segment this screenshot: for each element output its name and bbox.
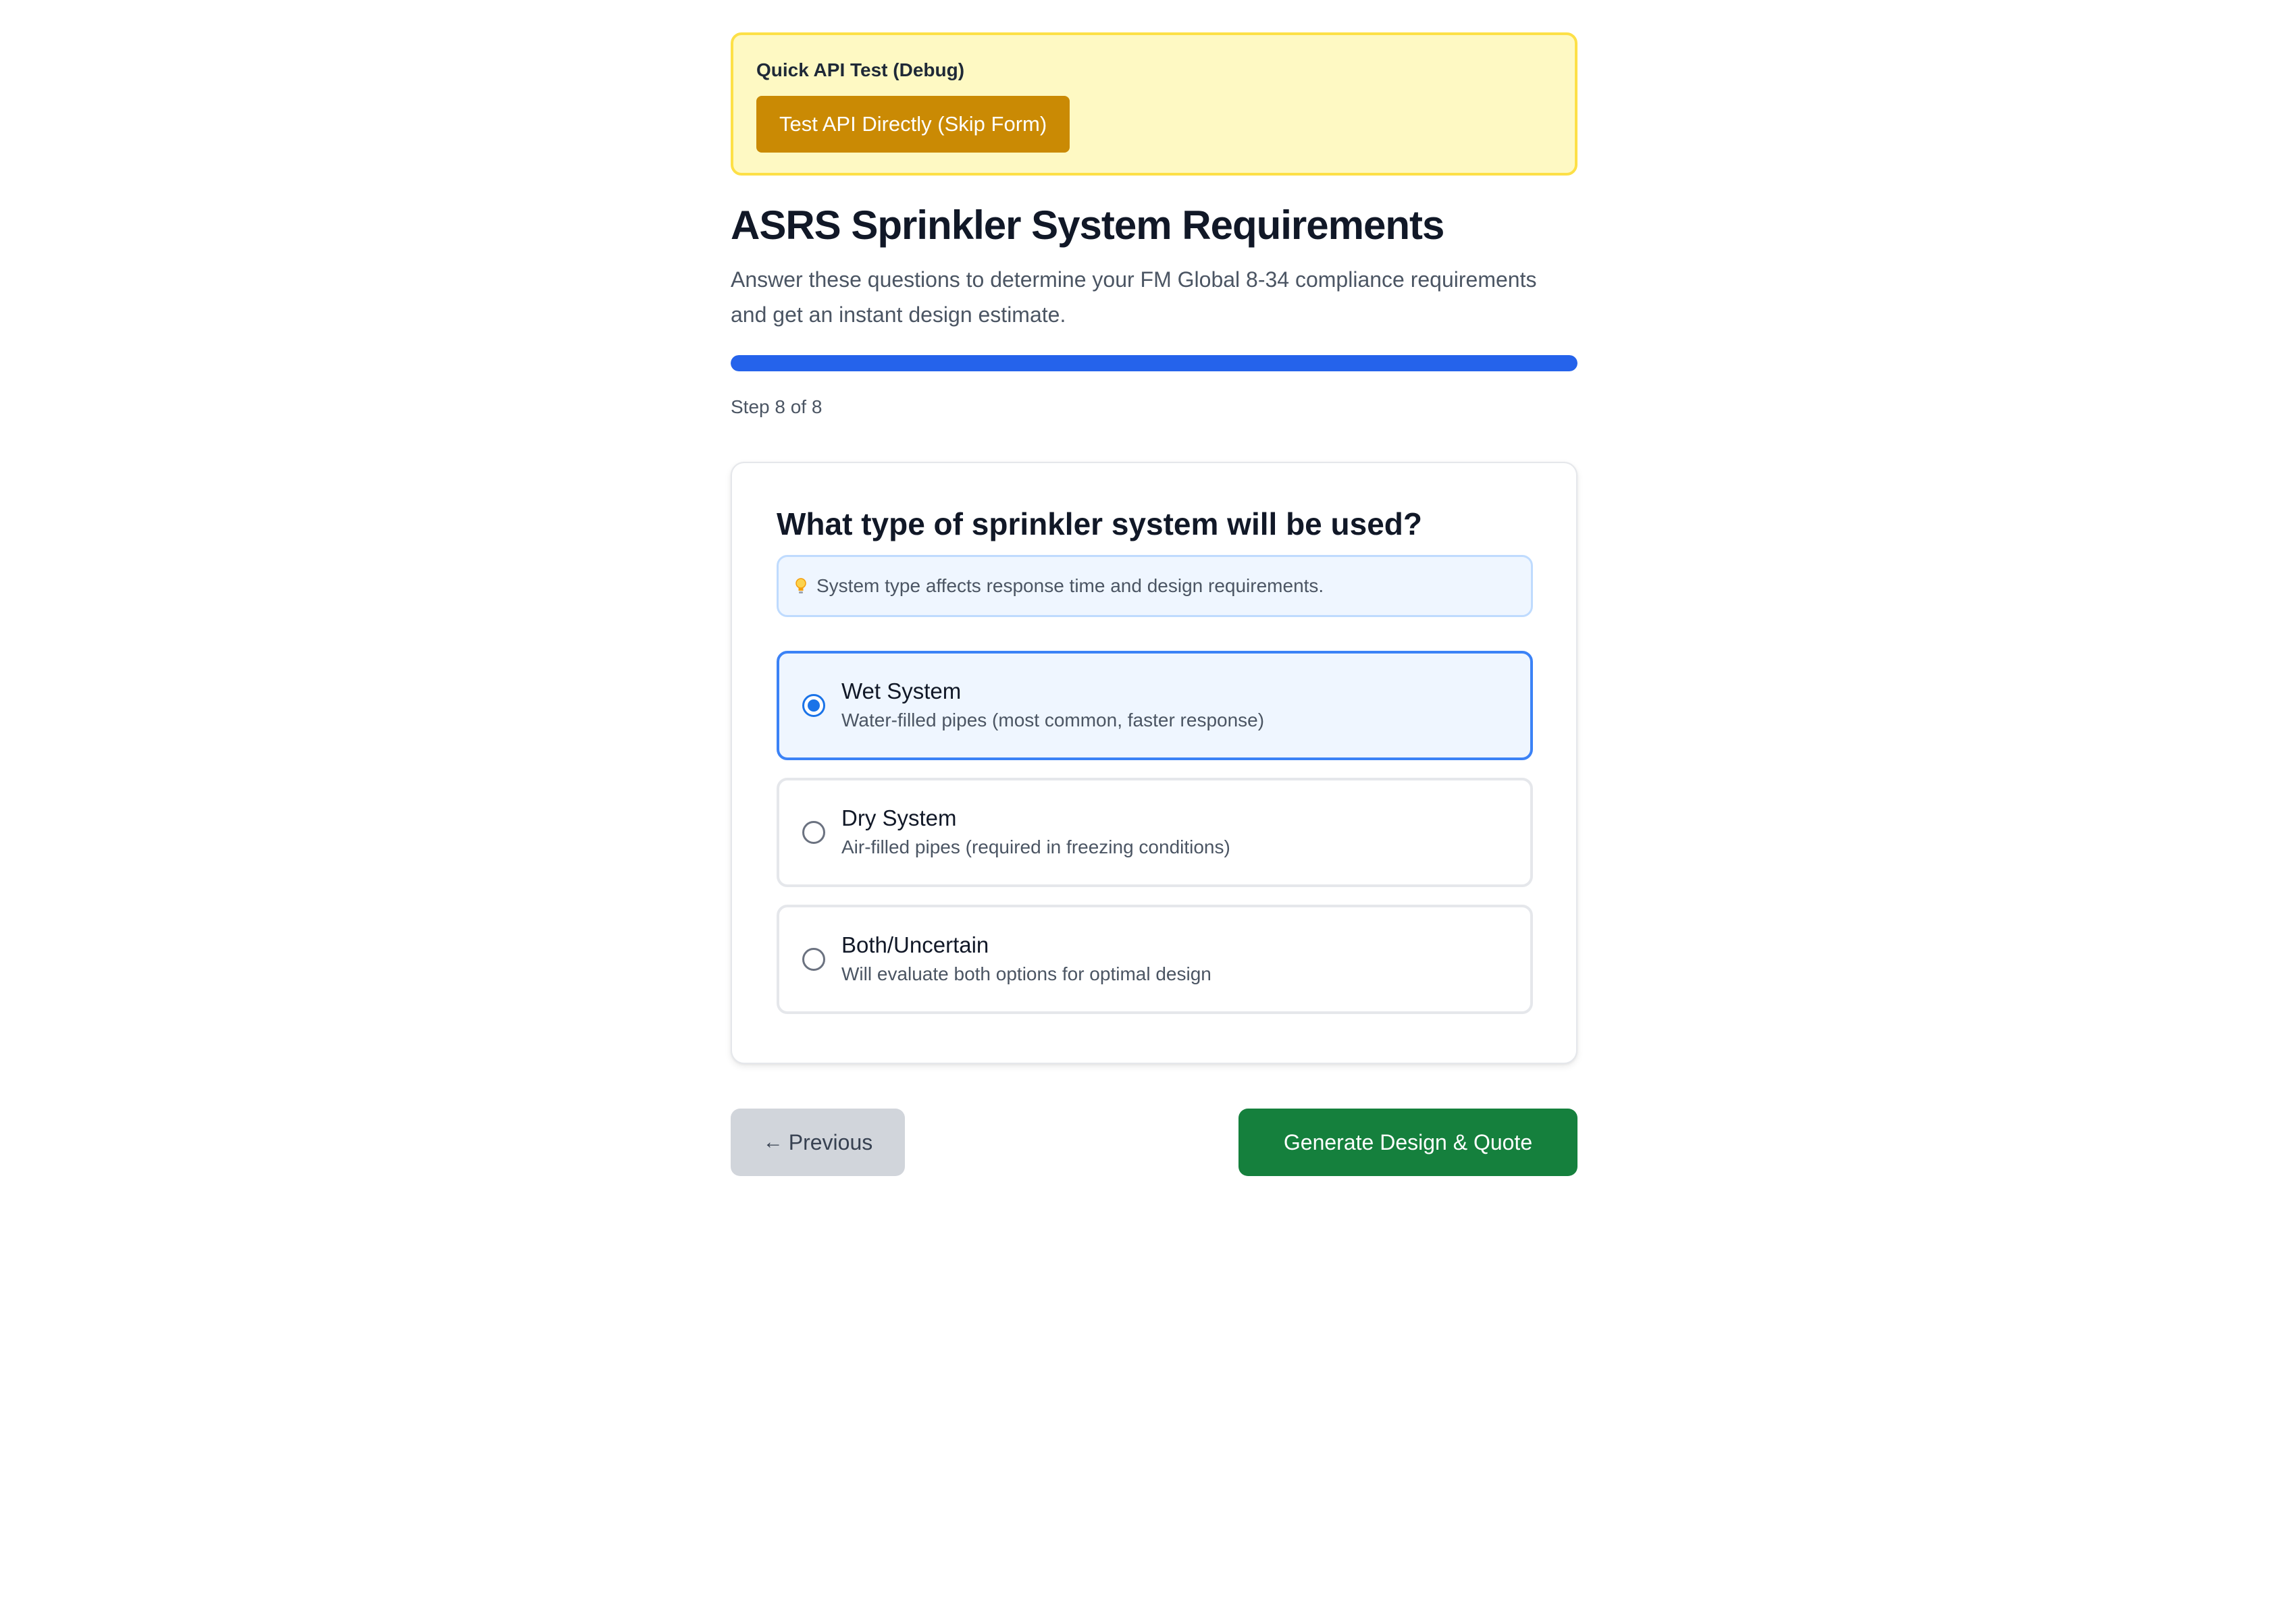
option-label: Wet System — [841, 679, 962, 703]
radio-both-uncertain[interactable] — [802, 948, 825, 971]
form-container: Quick API Test (Debug) Test API Directly… — [731, 32, 1577, 1176]
option-label: Both/Uncertain — [841, 932, 989, 957]
debug-title: Quick API Test (Debug) — [756, 59, 965, 80]
previous-button[interactable]: ← Previous — [731, 1109, 905, 1176]
hint-text: System type affects response time and de… — [816, 575, 1324, 596]
progress-bar-fill — [731, 355, 1577, 371]
option-description: Water-filled pipes (most common, faster … — [841, 710, 1265, 730]
radio-dry-system[interactable] — [802, 821, 825, 844]
hint-box: System type affects response time and de… — [777, 555, 1533, 617]
test-api-button[interactable]: Test API Directly (Skip Form) — [756, 96, 1070, 153]
page-description: Answer these questions to determine your… — [731, 267, 1537, 327]
debug-panel: Quick API Test (Debug) Test API Directly… — [731, 32, 1577, 176]
option-text: Wet System Water-filled pipes (most comm… — [841, 678, 1264, 733]
step-indicator: Step 8 of 8 — [731, 396, 823, 417]
option-label: Dry System — [841, 805, 957, 830]
question-title: What type of sprinkler system will be us… — [777, 506, 1423, 541]
option-wet-system[interactable]: Wet System Water-filled pipes (most comm… — [777, 651, 1533, 760]
option-text: Dry System Air-filled pipes (required in… — [841, 805, 1230, 860]
lightbulb-icon — [793, 577, 808, 595]
option-description: Will evaluate both options for optimal d… — [841, 963, 1211, 984]
previous-label: Previous — [788, 1129, 873, 1154]
option-description: Air-filled pipes (required in freezing c… — [841, 836, 1230, 857]
generate-design-quote-button[interactable]: Generate Design & Quote — [1238, 1109, 1577, 1176]
page-title: ASRS Sprinkler System Requirements — [731, 203, 1444, 248]
arrow-left-icon: ← — [762, 1131, 783, 1153]
option-both-uncertain[interactable]: Both/Uncertain Will evaluate both option… — [777, 905, 1533, 1014]
form-navigation: ← Previous Generate Design & Quote — [731, 1109, 1577, 1176]
option-list: Wet System Water-filled pipes (most comm… — [777, 651, 1533, 1014]
question-card: What type of sprinkler system will be us… — [731, 462, 1577, 1064]
radio-wet-system[interactable] — [802, 694, 825, 717]
progress-bar — [731, 355, 1577, 371]
option-dry-system[interactable]: Dry System Air-filled pipes (required in… — [777, 778, 1533, 887]
option-text: Both/Uncertain Will evaluate both option… — [841, 932, 1211, 987]
